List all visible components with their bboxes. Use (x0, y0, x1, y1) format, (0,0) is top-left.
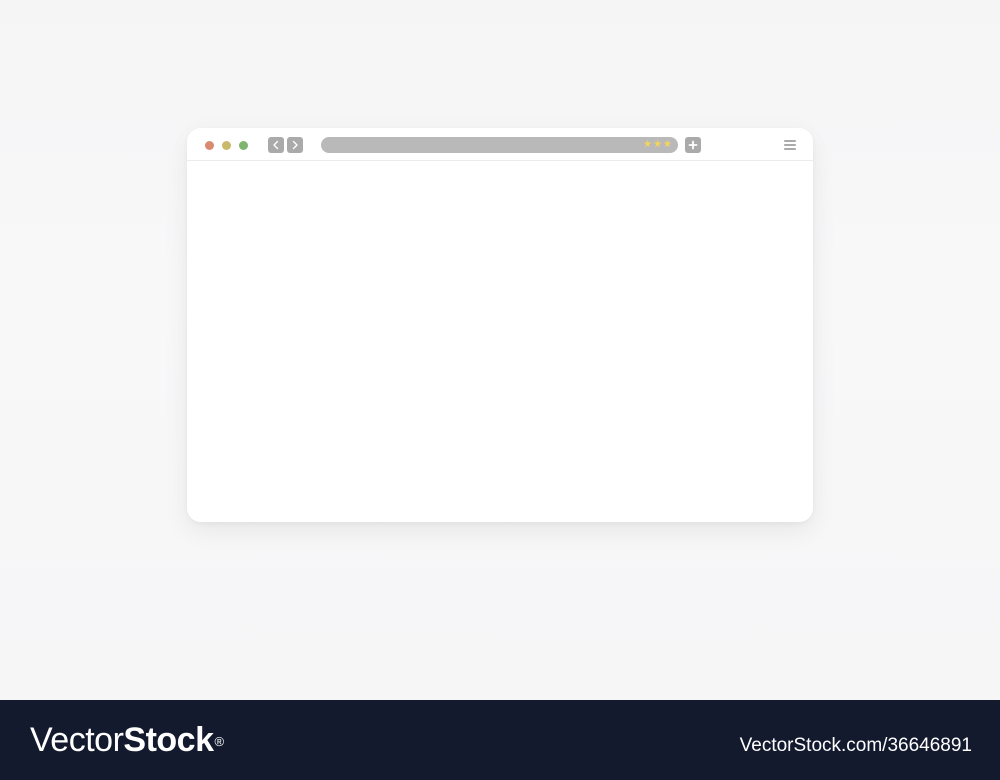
chevron-left-icon (273, 140, 279, 150)
back-button[interactable] (268, 137, 284, 153)
page-content-area (187, 161, 813, 522)
footer-bar: VectorStock® VectorStock.com/36646891 (0, 700, 1000, 780)
browser-window: ★ ★ ★ (187, 128, 813, 522)
brand-logo-bold: Stock (123, 721, 214, 759)
menu-line (784, 140, 796, 142)
chevron-right-icon (292, 140, 298, 150)
brand-logo-light: Vector (30, 721, 124, 759)
registered-mark: ® (214, 734, 224, 749)
maximize-dot[interactable] (239, 141, 248, 150)
hamburger-menu-icon[interactable] (784, 140, 796, 150)
forward-button[interactable] (287, 137, 303, 153)
close-dot[interactable] (205, 141, 214, 150)
star-icon: ★ (663, 139, 672, 150)
star-icon: ★ (653, 139, 663, 150)
new-tab-button[interactable] (685, 137, 701, 153)
bookmark-stars[interactable]: ★ ★ ★ (643, 137, 672, 153)
image-id-text: VectorStock.com/36646891 (739, 735, 972, 756)
browser-toolbar: ★ ★ ★ (187, 128, 813, 161)
brand-logo: VectorStock® (30, 720, 224, 760)
plus-icon (688, 140, 698, 150)
star-icon: ★ (643, 139, 653, 150)
background-canvas: ★ ★ ★ (0, 0, 1000, 700)
address-bar[interactable]: ★ ★ ★ (321, 137, 678, 153)
menu-line (784, 144, 796, 146)
menu-line (784, 148, 796, 150)
minimize-dot[interactable] (222, 141, 231, 150)
